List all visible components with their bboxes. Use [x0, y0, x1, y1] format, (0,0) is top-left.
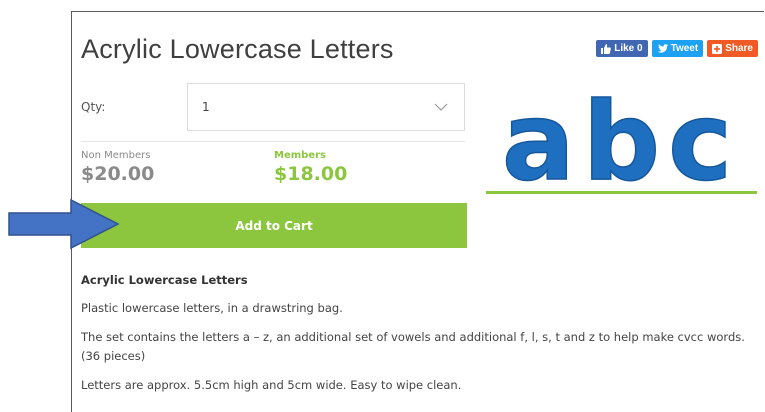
- non-member-price-block: Non Members $20.00: [81, 150, 154, 186]
- share-label: Share: [725, 43, 753, 54]
- social-buttons: Like 0 Tweet Share: [596, 40, 758, 57]
- members-label: Members: [274, 150, 326, 161]
- product-title: Acrylic Lowercase Letters: [81, 34, 394, 64]
- twitter-bird-icon: [657, 44, 668, 53]
- quantity-select[interactable]: 1: [187, 83, 465, 131]
- non-members-price: $20.00: [81, 163, 155, 185]
- product-image-letters: abc: [502, 84, 740, 196]
- share-button[interactable]: Share: [707, 40, 758, 57]
- description-paragraph: Letters are approx. 5.5cm high and 5cm w…: [81, 378, 462, 392]
- add-to-cart-button[interactable]: Add to Cart: [81, 203, 467, 248]
- facebook-like-button[interactable]: Like 0: [596, 40, 648, 57]
- description-paragraph: The set contains the letters a – z, an a…: [81, 330, 745, 363]
- right-arrow-icon: [8, 198, 120, 254]
- product-image-baseline: [486, 191, 757, 194]
- facebook-like-label: Like 0: [614, 43, 643, 54]
- description-heading: Acrylic Lowercase Letters: [81, 273, 248, 287]
- members-price: $18.00: [274, 163, 348, 185]
- plus-icon: [712, 43, 723, 54]
- tweet-button[interactable]: Tweet: [651, 40, 704, 57]
- chevron-down-icon: [434, 100, 448, 114]
- non-members-label: Non Members: [81, 150, 151, 161]
- tweet-label: Tweet: [670, 43, 699, 54]
- product-description: Acrylic Lowercase Letters Plastic lowerc…: [81, 271, 761, 405]
- description-paragraph: Plastic lowercase letters, in a drawstri…: [81, 301, 343, 315]
- quantity-label: Qty:: [81, 100, 106, 114]
- thumbs-up-icon: [601, 43, 612, 54]
- product-image: abc: [483, 79, 759, 206]
- member-price-block: Members $18.00: [274, 150, 347, 186]
- divider: [81, 141, 465, 142]
- quantity-value: 1: [202, 100, 210, 114]
